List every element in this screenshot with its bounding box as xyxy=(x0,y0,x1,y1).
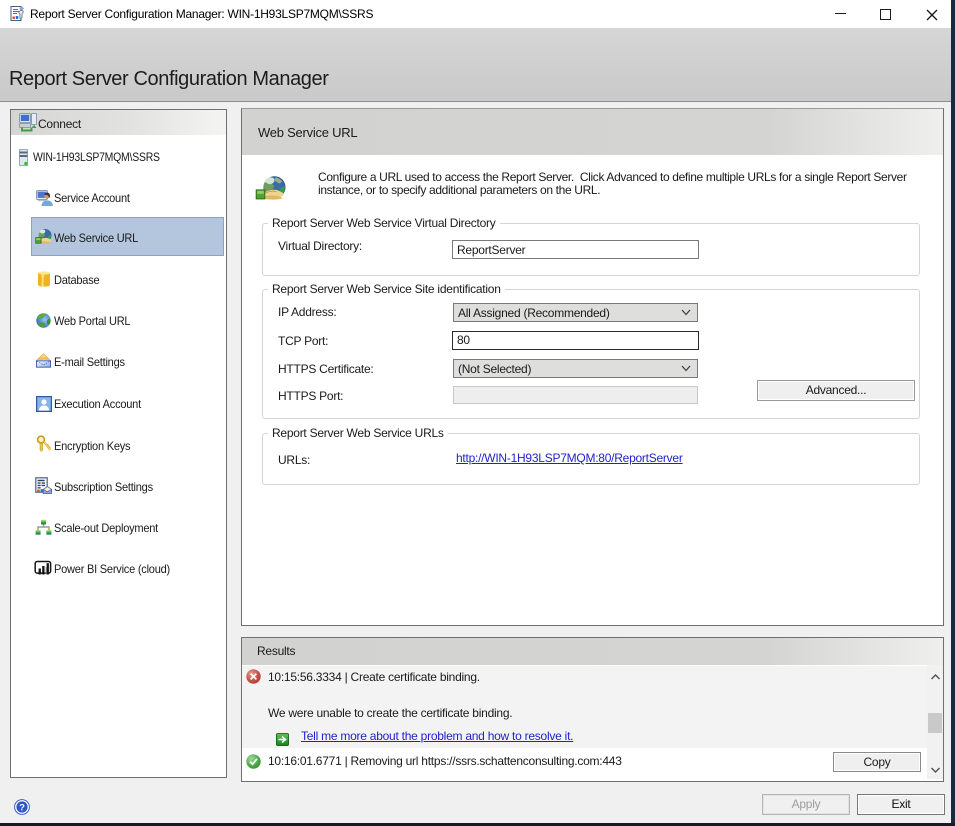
svg-text:?: ? xyxy=(19,802,25,813)
